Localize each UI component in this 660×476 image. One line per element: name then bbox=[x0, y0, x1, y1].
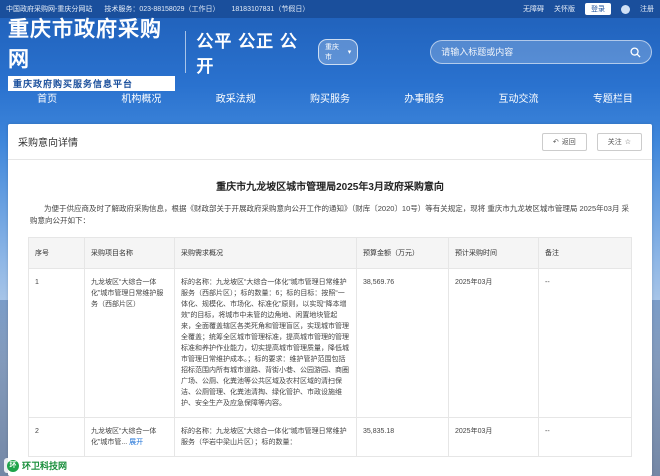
login-button[interactable]: 登录 bbox=[585, 3, 611, 15]
back-button-label: 返回 bbox=[561, 138, 576, 146]
expand-link[interactable]: 展开 bbox=[129, 439, 143, 446]
site-slogan: 公平 公正 公开 bbox=[196, 32, 298, 76]
watermark: 环 环卫科技网 bbox=[4, 458, 71, 473]
table-header-row: 序号 采购项目名称 采购需求概况 预算金额（万元） 预计采购时间 备注 bbox=[28, 237, 632, 269]
col-header-no: 序号 bbox=[28, 237, 85, 269]
cell-name: 九龙坡区“大综合一体化”城市管... 展开 bbox=[84, 417, 175, 457]
cell-no: 2 bbox=[28, 417, 85, 457]
watermark-text: 环卫科技网 bbox=[22, 461, 68, 471]
panel-title: 采购意向详情 bbox=[18, 138, 78, 149]
user-icon[interactable] bbox=[621, 4, 630, 14]
col-header-time: 预计采购时间 bbox=[448, 237, 539, 269]
header-divider bbox=[185, 31, 187, 73]
follow-button[interactable]: 关注 ☆ bbox=[596, 132, 642, 151]
col-header-summary: 采购需求概况 bbox=[174, 237, 357, 269]
cell-no: 1 bbox=[28, 268, 85, 418]
follow-button-label: 关注 bbox=[607, 138, 622, 146]
register-link[interactable]: 注册 bbox=[640, 4, 654, 14]
chevron-down-icon: ▾ bbox=[347, 49, 352, 56]
document-title: 重庆市九龙坡区城市管理局2025年3月政府采购意向 bbox=[216, 182, 444, 193]
site-brand[interactable]: 重庆市政府采购网 重庆政府购买服务信息平台 bbox=[8, 13, 176, 91]
region-selector[interactable]: 重庆市 ▾ bbox=[318, 39, 359, 65]
cell-summary: 标的名称：九龙坡区“大综合一体化”城市管理日常维护服务（华岩中梁山片区）；标的数… bbox=[174, 417, 357, 457]
cell-name-text: 九龙坡区“大综合一体化”城市管... bbox=[91, 428, 157, 446]
holiday-service-phone: 18183107831（节假日） bbox=[231, 6, 310, 13]
back-arrow-icon: ↶ bbox=[552, 138, 559, 146]
nav-item-office-services[interactable]: 办事服务 bbox=[377, 86, 471, 114]
watermark-logo-icon: 环 bbox=[7, 459, 19, 472]
col-header-name: 采购项目名称 bbox=[84, 237, 175, 269]
nav-item-organization[interactable]: 机构概况 bbox=[94, 86, 188, 114]
site-title: 重庆市政府采购网 bbox=[8, 18, 162, 71]
cell-time: 2025年03月 bbox=[448, 268, 539, 418]
site-header: 重庆市政府采购网 重庆政府购买服务信息平台 公平 公正 公开 重庆市 ▾ bbox=[0, 18, 660, 91]
star-icon: ☆ bbox=[624, 138, 631, 146]
nav-item-topics[interactable]: 专题栏目 bbox=[566, 86, 660, 114]
panel-header: 采购意向详情 ↶ 返回 关注 ☆ bbox=[8, 124, 652, 160]
nav-item-purchase-services[interactable]: 购买服务 bbox=[283, 86, 377, 114]
cell-name: 九龙坡区“大综合一体化”城市管理日常维护服务（西部片区） bbox=[84, 268, 175, 418]
table-row: 1 九龙坡区“大综合一体化”城市管理日常维护服务（西部片区） 标的名称：九龙坡区… bbox=[28, 268, 632, 418]
search-box[interactable] bbox=[430, 40, 652, 64]
cell-note: -- bbox=[538, 417, 632, 457]
table-row: 2 九龙坡区“大综合一体化”城市管... 展开 标的名称：九龙坡区“大综合一体化… bbox=[28, 417, 632, 457]
cell-budget: 35,835.18 bbox=[356, 417, 449, 457]
nav-item-regulations[interactable]: 政采法规 bbox=[189, 86, 283, 114]
main-nav: 首页 机构概况 政采法规 购买服务 办事服务 互动交流 专题栏目 bbox=[0, 86, 660, 114]
col-header-note: 备注 bbox=[538, 237, 632, 269]
nav-item-home[interactable]: 首页 bbox=[0, 86, 94, 114]
region-label: 重庆市 bbox=[325, 44, 340, 61]
document-intro: 为便于供应商及时了解政府采购信息，根据《财政部关于开展政府采购意向公开工作的通知… bbox=[30, 204, 630, 225]
elder-mode-link[interactable]: 关怀版 bbox=[554, 4, 575, 14]
content-panel: 采购意向详情 ↶ 返回 关注 ☆ 重庆市九龙坡区城市管理局2025年3月政府采购… bbox=[8, 124, 652, 476]
col-header-budget: 预算金额（万元） bbox=[356, 237, 449, 269]
cell-note: -- bbox=[538, 268, 632, 418]
intention-table: 序号 采购项目名称 采购需求概况 预算金额（万元） 预计采购时间 备注 1 九龙… bbox=[28, 237, 632, 457]
back-button[interactable]: ↶ 返回 bbox=[541, 132, 587, 151]
cell-summary: 标的名称：九龙坡区“大综合一体化”城市管理日常维护服务（西部片区）；标的数量：6… bbox=[174, 268, 357, 418]
accessibility-link[interactable]: 无障碍 bbox=[523, 4, 544, 14]
search-icon[interactable] bbox=[630, 46, 641, 58]
nav-item-interaction[interactable]: 互动交流 bbox=[471, 86, 565, 114]
cell-budget: 38,569.76 bbox=[356, 268, 449, 418]
cell-time: 2025年03月 bbox=[448, 417, 539, 457]
search-input[interactable] bbox=[441, 47, 630, 57]
